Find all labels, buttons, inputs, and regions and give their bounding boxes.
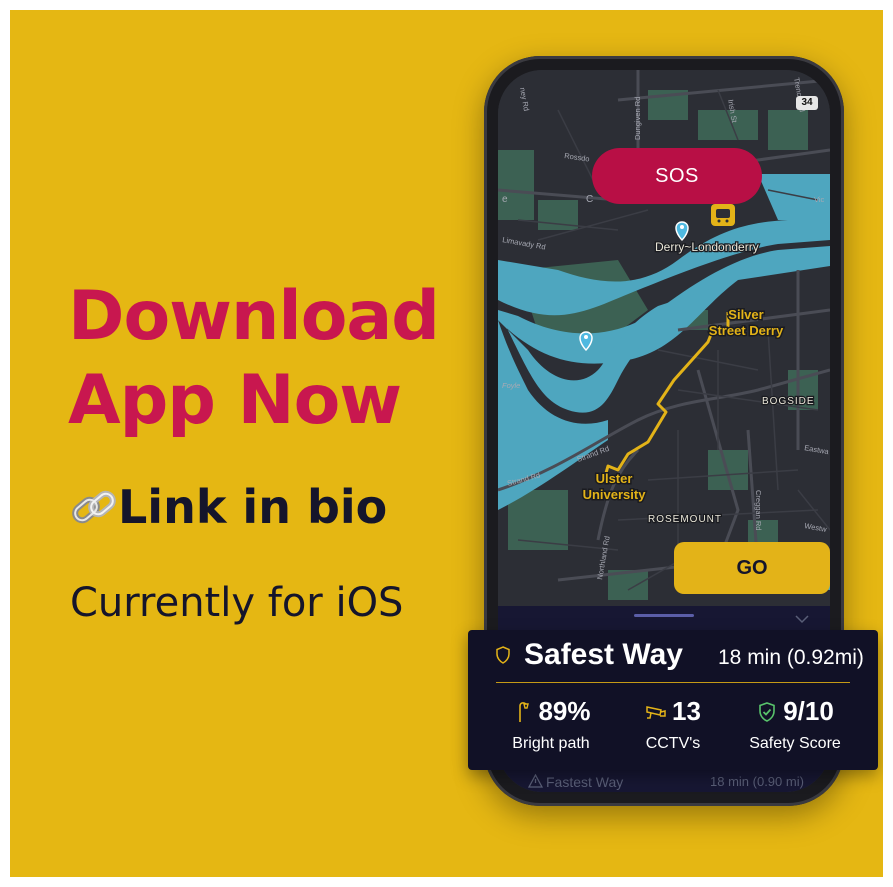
fastest-way-time: 18 min (0.90 mi) <box>710 774 804 789</box>
headline-line-1: Download <box>68 277 440 356</box>
label-derry-londonderry: Derry~Londonderry <box>655 240 759 254</box>
label-bogside: BOGSIDE <box>762 396 815 407</box>
fastest-way-option[interactable]: Fastest Way 18 min (0.90 mi) <box>498 770 830 792</box>
promo-poster: Download App Now Link in bio Currently f… <box>10 10 883 877</box>
stat-safety-score: 9/10 Safety Score <box>740 696 850 753</box>
route-time: 18 min (0.92mi) <box>718 646 864 669</box>
stat-bright-path-label: Bright path <box>512 735 590 752</box>
go-button[interactable]: GO <box>674 542 830 594</box>
link-chain-icon <box>72 490 116 524</box>
route-title: Safest Way <box>524 638 683 671</box>
stat-cctv: 13 CCTV's <box>618 696 728 753</box>
label-silver-street-2: Street Derry <box>709 323 784 338</box>
stat-safety-score-value: 9/10 <box>783 696 834 726</box>
headline: Download App Now <box>68 275 440 443</box>
label-ulster-university-2: University <box>583 487 647 502</box>
sheet-drag-handle[interactable] <box>634 614 694 617</box>
shield-icon <box>496 646 510 664</box>
stat-bright-path: 89% Bright path <box>496 696 606 753</box>
headline-line-2: App Now <box>68 361 402 440</box>
train-station-icon[interactable] <box>711 204 735 226</box>
fastest-way-label: Fastest Way <box>546 774 624 790</box>
streetlight-icon <box>519 701 530 722</box>
stat-cctv-label: CCTV's <box>645 735 701 752</box>
stat-cctv-value: 13 <box>672 696 701 726</box>
road-creggan-rd: Creggan Rd <box>754 490 763 530</box>
label-rosemount: ROSEMOUNT <box>648 514 722 525</box>
stat-bright-path-value: 89% <box>538 696 591 726</box>
label-ulster-university: Ulster <box>596 471 633 486</box>
battery-badge: 34 <box>796 96 818 110</box>
warning-icon <box>528 774 543 788</box>
cctv-camera-icon <box>646 705 666 719</box>
chevron-down-icon[interactable] <box>794 612 810 626</box>
road-vic: Vic <box>814 195 825 204</box>
label-c: C <box>586 194 593 205</box>
sos-button[interactable]: SOS <box>592 148 762 204</box>
link-in-bio-text: Link in bio <box>118 480 388 534</box>
label-e: e <box>502 194 508 205</box>
label-silver-street: Silver <box>728 307 763 322</box>
shield-check-icon <box>759 701 775 722</box>
stat-safety-score-label: Safety Score <box>749 735 841 752</box>
platform-note: Currently for iOS <box>70 580 404 626</box>
card-divider <box>496 682 850 683</box>
road-dungiven-rd: Dungiven Rd <box>633 97 642 140</box>
safest-way-card[interactable]: Safest Way 18 min (0.92mi) 89% Bright pa… <box>468 630 878 770</box>
link-in-bio: Link in bio <box>70 480 387 534</box>
label-foyle: Foyle <box>502 381 520 390</box>
